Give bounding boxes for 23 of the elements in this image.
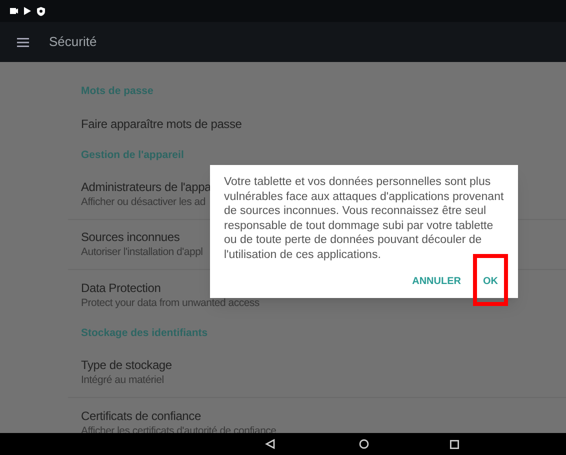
home-icon[interactable] — [359, 439, 369, 449]
back-icon[interactable] — [265, 439, 275, 449]
setting-subtitle: Intégré au matériel — [81, 373, 164, 387]
setting-subtitle: Autoriser l'installation d'appl — [81, 245, 203, 259]
menu-icon[interactable] — [17, 38, 29, 46]
section-header: Mots de passe — [80, 84, 154, 100]
setting-title[interactable]: Certificats de confiance — [81, 408, 201, 424]
setting-title[interactable]: Sources inconnues — [81, 230, 180, 245]
section-header: Stockage des identifiants — [80, 326, 209, 342]
setting-title[interactable]: Faire apparaître mots de passe — [81, 116, 242, 132]
setting-title[interactable]: Type de stockage — [81, 358, 172, 373]
setting-title[interactable]: Administrateurs de l'appa — [81, 180, 212, 195]
shield-icon — [37, 6, 45, 16]
recent-apps-icon[interactable] — [450, 440, 459, 448]
section-header: Gestion de l'appareil — [80, 148, 185, 164]
setting-subtitle: Protect your data from unwanted access — [81, 296, 260, 310]
toolbar-title: Sécurité — [49, 33, 97, 52]
dialog-message: Votre tablette et vos données personnelles sont plus vulnérables face aux attaques d'applications provenant de sources inconnues. Vous reconnaissez être seul responsable de tout dommage subi par votre tablette ou de toute perte de données pouvant découler de l'utilisation de ces applications. — [224, 175, 505, 262]
setting-title[interactable]: Data Protection — [81, 280, 161, 296]
dialog-button[interactable]: ANNULER — [412, 274, 461, 289]
dialog-button[interactable]: OK — [483, 274, 498, 289]
setting-subtitle: Afficher ou désactiver les ad — [81, 195, 206, 209]
play-icon — [24, 7, 31, 15]
